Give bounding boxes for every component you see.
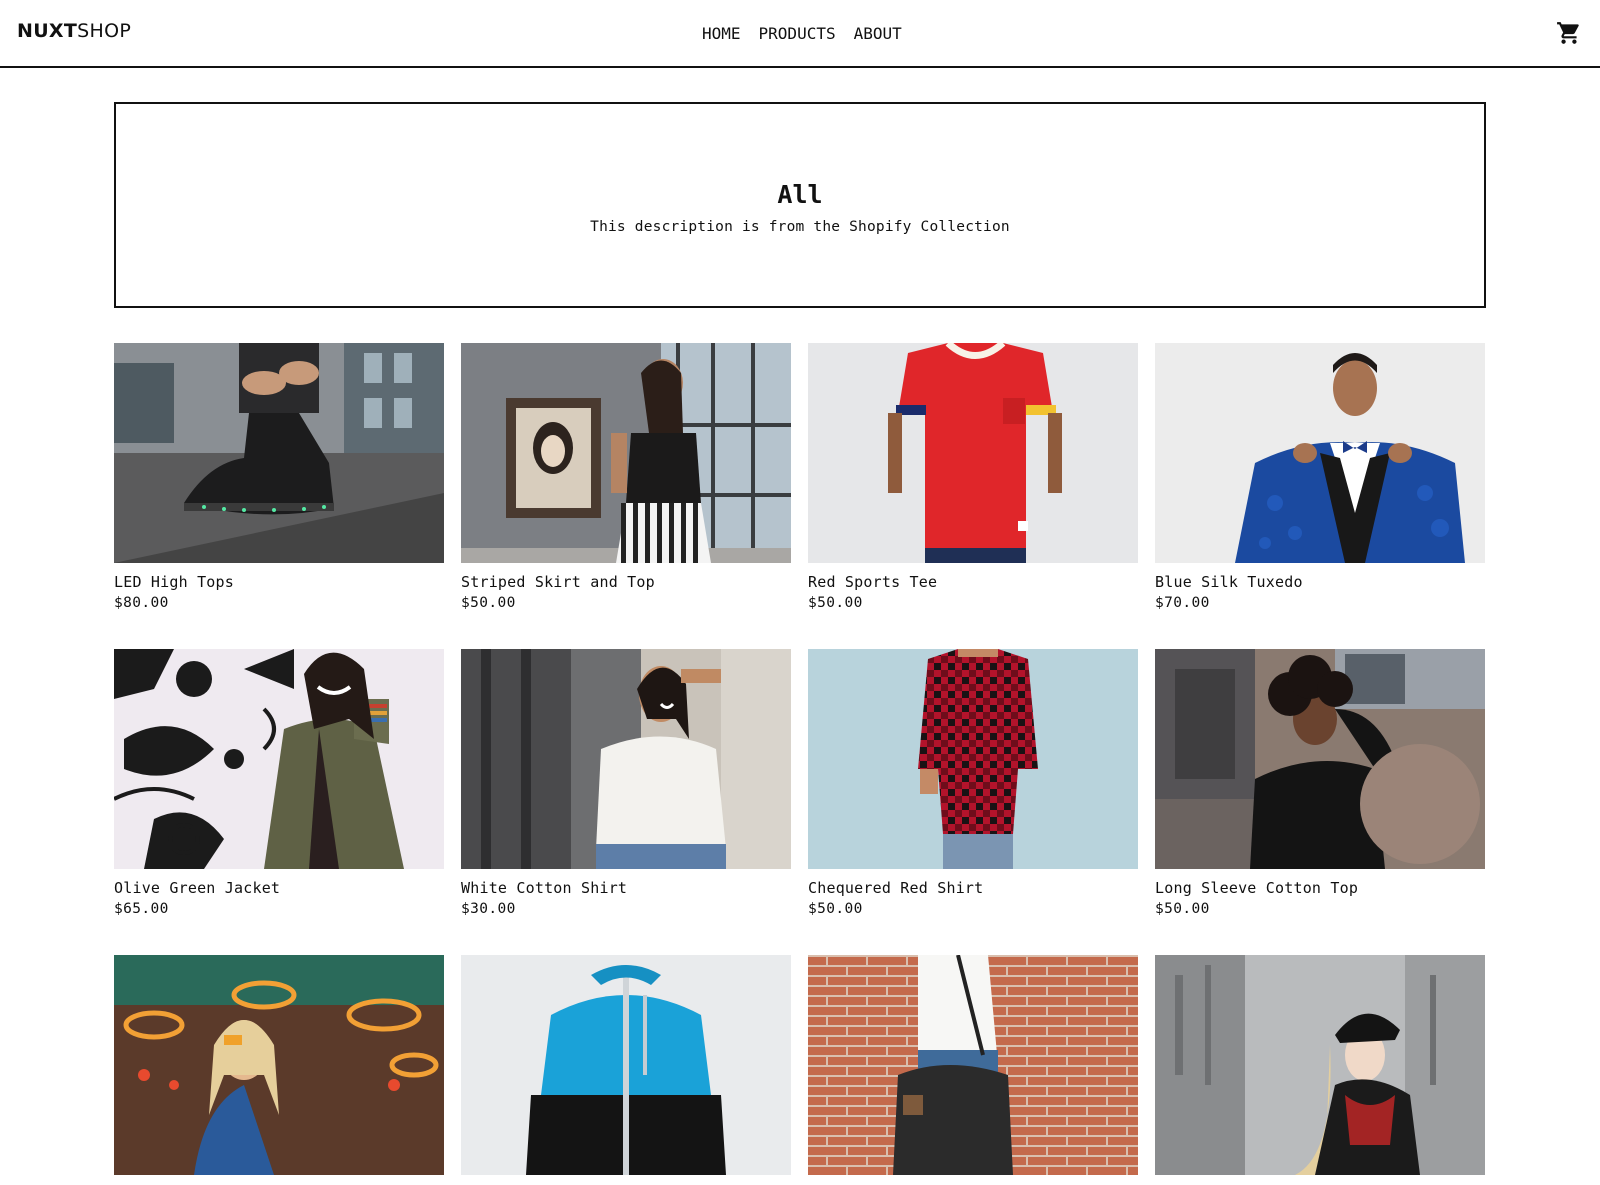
product-title[interactable]: Blue Silk Tuxedo xyxy=(1155,573,1485,591)
product-card-led-high-tops[interactable]: LED High Tops $80.00 xyxy=(114,343,444,611)
product-card-row3-4[interactable] xyxy=(1155,955,1485,1185)
shopping-cart-icon[interactable] xyxy=(1556,20,1582,46)
product-card-blue-silk-tuxedo[interactable]: Blue Silk Tuxedo $70.00 xyxy=(1155,343,1485,611)
product-card-row3-3[interactable] xyxy=(808,955,1138,1185)
product-card-red-sports-tee[interactable]: Red Sports Tee $50.00 xyxy=(808,343,1138,611)
product-image-row3-3[interactable] xyxy=(808,955,1138,1175)
collection-description: This description is from the Shopify Col… xyxy=(590,218,1010,235)
product-card-chequered-red-shirt[interactable]: Chequered Red Shirt $50.00 xyxy=(808,649,1138,917)
product-card-olive-green-jacket[interactable]: Olive Green Jacket $65.00 xyxy=(114,649,444,917)
product-price: $65.00 xyxy=(114,901,169,917)
product-image-row3-2[interactable] xyxy=(461,955,791,1175)
product-card-row3-1[interactable] xyxy=(114,955,444,1185)
product-image-blue-silk-tuxedo[interactable] xyxy=(1155,343,1485,563)
product-title[interactable]: LED High Tops xyxy=(114,573,444,591)
logo-light: SHOP xyxy=(77,20,132,42)
product-image-olive-green-jacket[interactable] xyxy=(114,649,444,869)
product-image-row3-1[interactable] xyxy=(114,955,444,1175)
product-card-long-sleeve-cotton-top[interactable]: Long Sleeve Cotton Top $50.00 xyxy=(1155,649,1485,917)
product-title[interactable]: Striped Skirt and Top xyxy=(461,573,791,591)
product-title[interactable]: White Cotton Shirt xyxy=(461,879,791,897)
product-price: $50.00 xyxy=(808,595,863,611)
product-price: $80.00 xyxy=(114,595,169,611)
product-image-red-sports-tee[interactable] xyxy=(808,343,1138,563)
site-header: NUXTSHOP HOME PRODUCTS ABOUT xyxy=(0,0,1600,68)
product-title[interactable]: Chequered Red Shirt xyxy=(808,879,1138,897)
nav-home[interactable]: HOME xyxy=(702,24,741,43)
product-card-row3-2[interactable] xyxy=(461,955,791,1185)
main-nav: HOME PRODUCTS ABOUT xyxy=(702,24,902,43)
product-price: $50.00 xyxy=(1155,901,1210,917)
product-title[interactable]: Olive Green Jacket xyxy=(114,879,444,897)
logo-bold: NUXT xyxy=(17,20,78,42)
product-price: $30.00 xyxy=(461,901,516,917)
product-price: $50.00 xyxy=(461,595,516,611)
product-image-long-sleeve-cotton-top[interactable] xyxy=(1155,649,1485,869)
nav-products[interactable]: PRODUCTS xyxy=(759,24,836,43)
product-title[interactable]: Long Sleeve Cotton Top xyxy=(1155,879,1485,897)
product-price: $70.00 xyxy=(1155,595,1210,611)
product-image-chequered-red-shirt[interactable] xyxy=(808,649,1138,869)
product-card-white-cotton-shirt[interactable]: White Cotton Shirt $30.00 xyxy=(461,649,791,917)
product-price: $50.00 xyxy=(808,901,863,917)
product-image-striped-skirt[interactable] xyxy=(461,343,791,563)
nav-about[interactable]: ABOUT xyxy=(854,24,902,43)
product-card-striped-skirt[interactable]: Striped Skirt and Top $50.00 xyxy=(461,343,791,611)
product-title[interactable]: Red Sports Tee xyxy=(808,573,1138,591)
site-logo[interactable]: NUXTSHOP xyxy=(17,20,131,42)
product-image-white-cotton-shirt[interactable] xyxy=(461,649,791,869)
collection-banner: All This description is from the Shopify… xyxy=(114,102,1486,308)
product-image-row3-4[interactable] xyxy=(1155,955,1485,1175)
product-image-led-high-tops[interactable] xyxy=(114,343,444,563)
collection-title: All xyxy=(777,179,823,209)
